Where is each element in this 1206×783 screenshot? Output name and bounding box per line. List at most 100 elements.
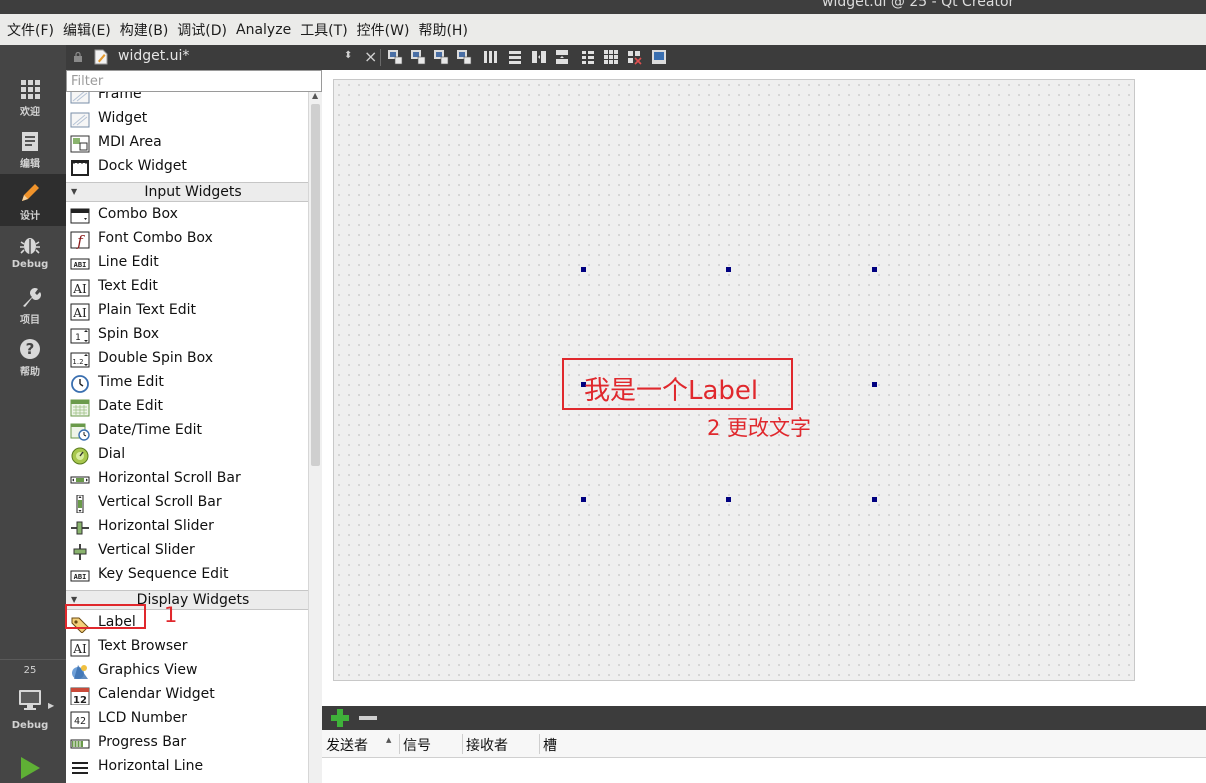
widget-item-lcd-number[interactable]: 42 LCD Number [66,708,308,732]
widget-item-frame[interactable]: Frame [66,92,308,108]
run-play-icon[interactable] [18,755,42,781]
widget-item-time-edit[interactable]: Time Edit [66,372,308,396]
menu-item[interactable]: 构建(B) [117,20,172,40]
mode-edit-document[interactable]: 编辑 [0,122,66,174]
widget-filter-input[interactable] [66,70,322,92]
mode-label: 欢迎 [20,107,40,118]
widget-item-date-time-edit[interactable]: Date/Time Edit [66,420,308,444]
svg-text:ABI: ABI [74,573,87,581]
horizontal-slider-icon [71,521,89,535]
monitor-icon[interactable] [17,687,43,713]
help-question-icon: ? [20,339,40,359]
widget-item-horizontal-line[interactable]: Horizontal Line [66,756,308,780]
selection-handle[interactable] [581,267,586,272]
scroll-up-arrow-icon[interactable]: ▲ [312,91,318,100]
mode-welcome-grid[interactable]: 欢迎 [0,70,66,122]
split-switch-icon[interactable]: ⬍ [344,50,352,61]
widget-category-header[interactable]: ▼ Input Widgets [66,182,308,202]
widget-item-spin-box[interactable]: 1 Spin Box [66,324,308,348]
column-signal[interactable]: 信号 [403,735,431,755]
edit-widgets-icon[interactable] [387,49,403,65]
form-label-widget[interactable]: 我是一个Label [562,358,793,410]
horizontal-line-icon [72,762,88,774]
break-layout-icon[interactable] [626,49,642,65]
form-label-text[interactable]: 我是一个Label [584,370,758,407]
widget-item-key-sequence-edit[interactable]: ABI Key Sequence Edit [66,564,308,588]
widget-item-date-edit[interactable]: Date Edit [66,396,308,420]
graphics-view-icon [72,665,88,679]
widget-item-font-combo-box[interactable]: f Font Combo Box [66,228,308,252]
remove-connection-icon[interactable] [358,708,378,728]
selection-handle[interactable] [726,497,731,502]
column-receiver[interactable]: 接收者 [466,735,508,755]
selection-handle[interactable] [872,497,877,502]
widget-item-double-spin-box[interactable]: 1.2 Double Spin Box [66,348,308,372]
text-browser-icon: AI [70,639,90,657]
window-title-bar: widget.ui @ 25 - Qt Creator [0,0,1206,14]
combo-box-icon [70,208,90,224]
column-slot[interactable]: 槽 [543,735,557,755]
signal-slot-list[interactable] [322,758,1206,783]
column-sender[interactable]: 发送者 [326,735,368,755]
selection-handle[interactable] [726,267,731,272]
menu-item[interactable]: 工具(T) [297,20,350,40]
svg-text:ABI: ABI [74,261,87,269]
widget-item-line-edit[interactable]: ABI Line Edit [66,252,308,276]
widget-item-dial[interactable]: Dial [66,444,308,468]
scrollbar-thumb[interactable] [311,104,320,466]
edit-buddies-icon[interactable] [433,49,449,65]
widget-item-vertical-slider[interactable]: Vertical Slider [66,540,308,564]
widget-item-progress-bar[interactable]: Progress Bar [66,732,308,756]
widget-item-text-edit[interactable]: AI Text Edit [66,276,308,300]
widget-item-label: Combo Box [98,206,178,222]
layout-grid-icon[interactable] [603,49,619,65]
kit-build-config[interactable]: Debug [0,720,60,731]
widget-item-calendar-widget[interactable]: 12 Calendar Widget [66,684,308,708]
widget-item-label: Date Edit [98,398,164,414]
widget-item-vertical-scroll-bar[interactable]: Vertical Scroll Bar [66,492,308,516]
svg-text:AI: AI [72,642,87,656]
widget-item-text-browser[interactable]: AI Text Browser [66,636,308,660]
mode-projects-wrench[interactable]: 项目 [0,278,66,330]
widget-item-label: MDI Area [98,134,162,150]
layout-vertical-icon[interactable] [507,49,523,65]
selection-handle[interactable] [581,497,586,502]
menu-item[interactable]: 控件(W) [354,20,413,40]
widget-item-widget[interactable]: Widget [66,108,308,132]
layout-form-icon[interactable] [580,49,596,65]
svg-text:1: 1 [75,333,81,343]
selection-handle[interactable] [872,382,877,387]
edit-signals-slots-icon[interactable] [410,49,426,65]
widget-item-label: Dial [98,446,126,462]
selection-handle[interactable] [872,267,877,272]
mode-debug-bug[interactable]: Debug [0,226,66,278]
window-title: widget.ui @ 25 - Qt Creator [822,0,1015,10]
menu-item[interactable]: 调试(D) [174,20,230,40]
mode-help-question[interactable]: ? 帮助 [0,330,66,382]
widget-item-plain-text-edit[interactable]: AI Plain Text Edit [66,300,308,324]
widget-item-label: Vertical Slider [98,542,195,558]
widget-item-horizontal-slider[interactable]: Horizontal Slider [66,516,308,540]
widget-item-label: Horizontal Slider [98,518,214,534]
widget-item-horizontal-scroll-bar[interactable]: Horizontal Scroll Bar [66,468,308,492]
kit-selector-arrow-icon[interactable]: ▶ [48,701,54,710]
add-connection-icon[interactable] [330,708,350,728]
widget-list-scrollbar[interactable]: ▲ [308,91,322,783]
mode-design-pencil[interactable]: 设计 [0,174,66,226]
widget-item-graphics-view[interactable]: Graphics View [66,660,308,684]
menu-item[interactable]: 编辑(E) [60,20,114,40]
widget-item-dock-widget[interactable]: Dock Widget [66,156,308,180]
edit-tab-order-icon[interactable] [456,49,472,65]
widget-item-label: Horizontal Line [98,758,204,774]
layout-horizontal-icon[interactable] [483,49,499,65]
widget-item-combo-box[interactable]: Combo Box [66,204,308,228]
widget-item-mdi-area[interactable]: MDI Area [66,132,308,156]
menu-item[interactable]: 文件(F) [4,20,57,40]
close-document-icon[interactable]: × [364,47,377,66]
layout-h-splitter-icon[interactable] [531,49,547,65]
layout-v-splitter-icon[interactable] [554,49,570,65]
document-title[interactable]: widget.ui* [118,48,189,64]
menu-item[interactable]: 帮助(H) [415,20,470,40]
adjust-size-icon[interactable] [651,49,667,65]
menu-item[interactable]: Analyze [233,22,294,38]
